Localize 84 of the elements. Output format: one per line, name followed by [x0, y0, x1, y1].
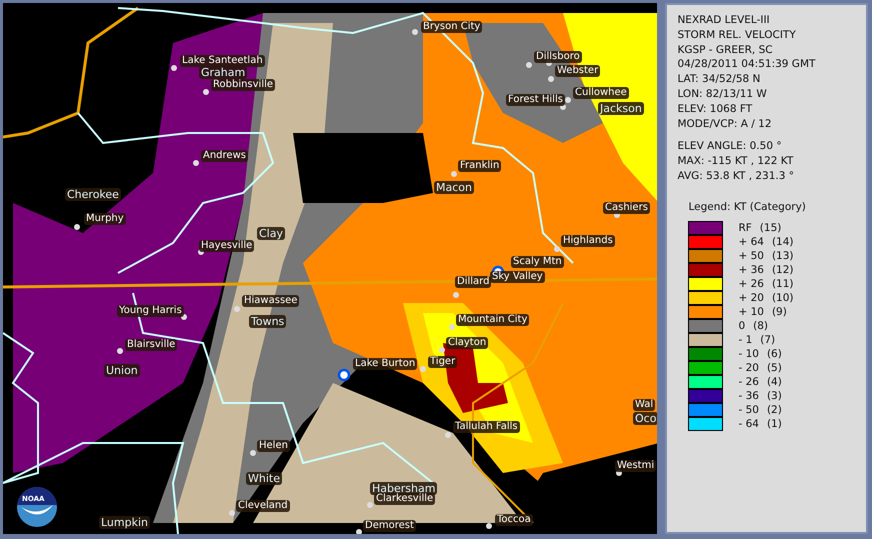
town-label: Clarkesville	[374, 493, 436, 505]
town-label: Scaly Mtn	[511, 256, 564, 268]
town-label: Franklin	[458, 160, 502, 172]
legend-category: (2)	[766, 403, 782, 418]
town-label: Wal	[633, 399, 656, 411]
info-line: ELEV: 1068 FT	[677, 102, 754, 117]
legend-category: (10)	[772, 291, 794, 306]
info-line: MODE/VCP: A / 12	[677, 116, 773, 132]
town-label: Hayesville	[199, 240, 254, 252]
stat-line: MAX: -115 KT , 122 KT	[677, 154, 794, 169]
county-label: Lumpkin	[99, 516, 150, 529]
town-label: Young Harris	[117, 305, 184, 317]
legend-category: (14)	[772, 235, 794, 250]
legend-category: (9)	[772, 305, 787, 320]
legend-category: (7)	[760, 333, 776, 348]
legend-category: (5)	[766, 361, 782, 376]
legend-value: - 36	[738, 389, 759, 404]
town-label: Cullowhee	[573, 87, 629, 99]
town-label: Dillard	[455, 276, 492, 288]
town-label: Tiger	[428, 356, 458, 368]
county-label: White	[246, 472, 282, 485]
county-label: Clay	[257, 227, 285, 240]
legend-category: (1)	[766, 417, 782, 432]
info-line: LAT: 34/52/58 N	[677, 72, 762, 87]
info-line: LON: 82/13/11 W	[677, 86, 768, 102]
legend-title: Legend: KT (Category)	[688, 200, 807, 215]
town-label: Highlands	[561, 235, 615, 247]
town-label: Bryson City	[421, 21, 482, 33]
legend-value: + 20	[738, 291, 764, 306]
legend-value: - 10	[738, 347, 759, 362]
town-label: Dillsboro	[534, 51, 582, 63]
info-line: 04/28/2011 04:51:39 GMT	[677, 57, 816, 72]
county-label: Macon	[434, 181, 474, 194]
town-label: Helen	[257, 440, 290, 452]
legend-value: + 36	[738, 263, 764, 278]
legend-category: (3)	[766, 389, 782, 404]
stat-line: AVG: 53.8 KT , 231.3 °	[677, 168, 796, 184]
legend-value: - 20	[738, 361, 759, 376]
town-label: Murphy	[84, 213, 126, 225]
town-label: Andrews	[201, 150, 248, 162]
legend-value: + 50	[738, 249, 764, 264]
legend-category: (15)	[760, 221, 782, 236]
legend-value: - 26	[738, 375, 759, 390]
town-label: Lake Santeetlah	[180, 55, 265, 67]
town-label: Forest Hills	[506, 94, 565, 106]
town-label: Blairsville	[125, 339, 178, 351]
legend-category: (4)	[766, 375, 782, 390]
county-label: Oco	[633, 412, 658, 425]
town-label: Sky Valley	[490, 271, 545, 283]
info-line: STORM REL. VELOCITY	[677, 28, 797, 43]
town-label: Webster	[555, 65, 600, 77]
town-label: Clayton	[446, 337, 488, 349]
town-label: Tallulah Falls	[453, 421, 520, 433]
town-label: Demorest	[363, 520, 416, 532]
town-label: Westmi	[615, 460, 656, 472]
legend-value: 0	[738, 319, 746, 334]
legend-value: - 1	[738, 333, 752, 348]
county-label: Union	[104, 364, 140, 377]
town-label: Toccoa	[495, 514, 533, 526]
town-label: Hiawassee	[242, 295, 300, 307]
legend-category: (11)	[772, 277, 794, 292]
legend-category: (12)	[772, 263, 794, 278]
town-label: Cashiers	[603, 202, 650, 214]
town-label: Robbinsville	[211, 79, 276, 91]
legend-category: (13)	[772, 249, 794, 264]
legend-value: - 50	[738, 403, 759, 418]
county-label: Jackson	[598, 102, 644, 115]
logo-badge	[17, 487, 57, 527]
town-label: Mountain City	[456, 314, 530, 326]
legend-value: + 64	[738, 235, 764, 250]
town-label: Cleveland	[236, 500, 290, 512]
legend-value: - 64	[738, 417, 759, 432]
info-line: NEXRAD LEVEL-III	[677, 13, 771, 28]
legend-value: + 26	[738, 277, 764, 292]
county-label: Towns	[249, 315, 286, 328]
legend-value: RF	[738, 221, 752, 236]
legend-value: + 10	[738, 305, 764, 320]
county-label: Graham	[199, 66, 248, 79]
legend-category: (8)	[753, 319, 768, 334]
info-line: KGSP - GREER, SC	[677, 42, 774, 58]
town-label: Lake Burton	[353, 358, 418, 370]
legend-category: (6)	[766, 347, 782, 362]
stat-line: ELEV ANGLE: 0.50 °	[677, 139, 783, 154]
county-label: Cherokee	[65, 188, 121, 201]
